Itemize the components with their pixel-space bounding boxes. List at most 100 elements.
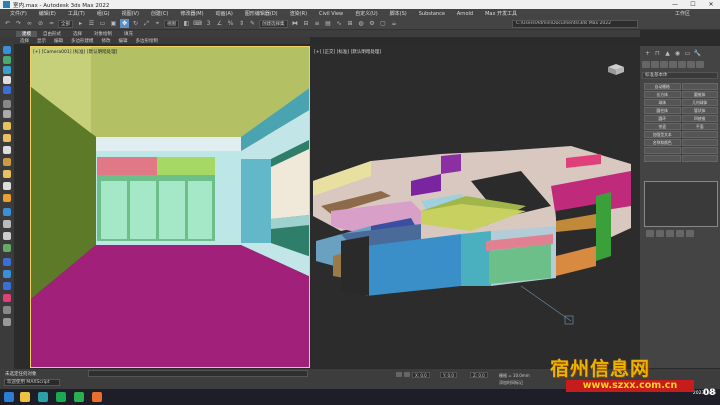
brush-icon[interactable] xyxy=(3,208,11,216)
object-button-sphere[interactable]: 球体 xyxy=(644,99,681,106)
viewport-tool-icon[interactable] xyxy=(3,100,11,108)
named-selection-sets-dropdown[interactable]: 创建选择集 xyxy=(259,19,288,28)
menu-group[interactable]: 组(G) xyxy=(91,10,116,17)
material-icon[interactable] xyxy=(3,158,11,166)
curve-editor-icon[interactable]: ∿ xyxy=(335,19,344,28)
camera-viewport-label[interactable]: [+] [Camera001] [标准] [默认明暗处理] xyxy=(33,49,117,55)
angle-snap-icon[interactable]: ∠ xyxy=(215,19,224,28)
scatter-icon[interactable] xyxy=(3,244,11,252)
spinner-snap-icon[interactable]: ⇕ xyxy=(237,19,246,28)
object-button-pyramid[interactable]: 四棱锥 xyxy=(681,115,718,122)
object-button-blank-3[interactable] xyxy=(681,139,718,146)
lights-icon[interactable] xyxy=(660,61,668,68)
maxscript-listener-input[interactable]: 欢迎使用 MAXScript xyxy=(4,379,60,386)
minimize-button[interactable]: — xyxy=(666,0,684,9)
globe-icon[interactable] xyxy=(3,258,11,266)
link-icon[interactable]: ∞ xyxy=(25,19,34,28)
object-button-tube[interactable]: 管状体 xyxy=(681,107,718,114)
weld-icon[interactable] xyxy=(3,232,11,240)
add-time-tag[interactable]: 添加时间标记 xyxy=(499,380,523,386)
show-end-result-icon[interactable] xyxy=(656,230,664,237)
menu-create[interactable]: 创建(C) xyxy=(145,10,174,17)
isolate-icon[interactable] xyxy=(396,372,402,377)
app-taskbar-icon[interactable] xyxy=(56,392,66,402)
object-button-geosphere[interactable]: 几何球体 xyxy=(681,99,718,106)
helpers-icon[interactable] xyxy=(678,61,686,68)
motion-icon[interactable] xyxy=(3,76,11,84)
place-icon[interactable]: ⌖ xyxy=(153,19,162,28)
teapot-icon[interactable] xyxy=(3,182,11,190)
remove-modifier-icon[interactable] xyxy=(676,230,684,237)
menu-arnold[interactable]: Arnold xyxy=(451,11,479,17)
start-icon[interactable] xyxy=(4,392,14,402)
scale-icon[interactable]: ⤢ xyxy=(142,19,151,28)
ribbon-tab-populate[interactable]: 填充 xyxy=(118,31,139,37)
menu-edit[interactable]: 编辑(E) xyxy=(33,10,62,17)
schematic-view-icon[interactable]: ⊞ xyxy=(346,19,355,28)
subribbon-select[interactable]: 选择 xyxy=(16,38,33,44)
3dsmax-taskbar-icon[interactable] xyxy=(38,392,48,402)
menu-substance[interactable]: Substance xyxy=(413,11,451,17)
motion-tab-icon[interactable]: ◉ xyxy=(673,49,682,57)
undo-icon[interactable]: ↶ xyxy=(3,19,12,28)
object-button-blank-2[interactable] xyxy=(681,131,718,138)
ortho-viewport-label[interactable]: [+] [正交] [标准] [默认明暗处理] xyxy=(314,49,381,55)
y-coordinate[interactable]: Y: 0.0 xyxy=(440,372,457,378)
menu-file[interactable]: 文件(F) xyxy=(4,10,33,17)
keyboard-shortcut-icon[interactable]: ⌨ xyxy=(193,19,202,28)
systems-icon[interactable] xyxy=(696,61,704,68)
render-icon[interactable]: ☕ xyxy=(390,19,399,28)
subribbon-modify[interactable]: 修改 xyxy=(98,38,115,44)
ribbon-tab-freeform[interactable]: 自由形式 xyxy=(37,31,67,37)
wechat-icon[interactable] xyxy=(74,392,84,402)
particle-icon[interactable] xyxy=(3,294,11,302)
percent-snap-icon[interactable]: % xyxy=(226,19,235,28)
modifier-stack-box[interactable] xyxy=(644,181,718,227)
sun-icon[interactable] xyxy=(3,134,11,142)
hierarchy-tab-icon[interactable]: ▲ xyxy=(663,49,672,57)
menu-graph-editors[interactable]: 图形编辑器(D) xyxy=(239,10,284,17)
mirror-icon[interactable]: ⧓ xyxy=(291,19,300,28)
project-path-field[interactable]: C:\Users\Admin\Documents\3ds Max 2022 xyxy=(512,20,638,28)
object-button-blank-4[interactable] xyxy=(644,147,681,154)
modify-tab-icon[interactable]: ⊓ xyxy=(653,49,662,57)
time-slider[interactable] xyxy=(88,370,308,377)
create-tab-icon[interactable]: + xyxy=(643,49,652,57)
ribbon-tab-object-paint[interactable]: 对象绘制 xyxy=(88,31,118,37)
subribbon-edit-2[interactable]: 编辑 xyxy=(115,38,132,44)
subribbon-poly-paint[interactable]: 多边形绘制 xyxy=(132,38,163,44)
object-button-cylinder[interactable]: 圆柱体 xyxy=(644,107,681,114)
x-coordinate[interactable]: X: 0.0 xyxy=(412,372,430,378)
close-button[interactable]: ✕ xyxy=(702,0,720,9)
menu-civil-view[interactable]: Civil View xyxy=(313,11,349,17)
modify-icon[interactable] xyxy=(3,56,11,64)
menu-animation[interactable]: 动画(A) xyxy=(210,10,239,17)
display-icon[interactable] xyxy=(3,86,11,94)
subribbon-edit[interactable]: 编辑 xyxy=(50,38,67,44)
lock-selection-icon[interactable] xyxy=(404,372,410,377)
configure-sets-icon[interactable] xyxy=(686,230,694,237)
camera-tool-icon[interactable] xyxy=(3,110,11,118)
move-icon[interactable]: ✥ xyxy=(120,19,129,28)
rect-selection-icon[interactable]: ▭ xyxy=(98,19,107,28)
knife-icon[interactable] xyxy=(3,220,11,228)
layers-icon[interactable]: ≡ xyxy=(313,19,322,28)
menu-customize[interactable]: 自定义(U) xyxy=(349,10,384,17)
menu-tools[interactable]: 工具(T) xyxy=(62,10,91,17)
star-icon[interactable] xyxy=(3,170,11,178)
app-orange-icon[interactable] xyxy=(92,392,102,402)
pivot-icon[interactable]: ◧ xyxy=(182,19,191,28)
align-icon[interactable]: ⊟ xyxy=(302,19,311,28)
sphere-icon[interactable] xyxy=(3,146,11,154)
ribbon-tab-selection[interactable]: 选择 xyxy=(67,31,88,37)
camera-viewport[interactable]: [+] [Camera001] [标准] [默认明暗处理] xyxy=(30,46,310,368)
render-setup-icon[interactable]: ⚙ xyxy=(368,19,377,28)
grid-icon[interactable] xyxy=(3,306,11,314)
menu-modifiers[interactable]: 修改器(M) xyxy=(174,10,209,17)
maximize-button[interactable]: ☐ xyxy=(684,0,702,9)
file-explorer-icon[interactable] xyxy=(20,392,30,402)
unlink-icon[interactable]: ⊘ xyxy=(36,19,45,28)
object-button-box[interactable]: 长方体 xyxy=(644,91,681,98)
display-tab-icon[interactable]: ▭ xyxy=(683,49,692,57)
menu-view[interactable]: 视图(V) xyxy=(116,10,145,17)
